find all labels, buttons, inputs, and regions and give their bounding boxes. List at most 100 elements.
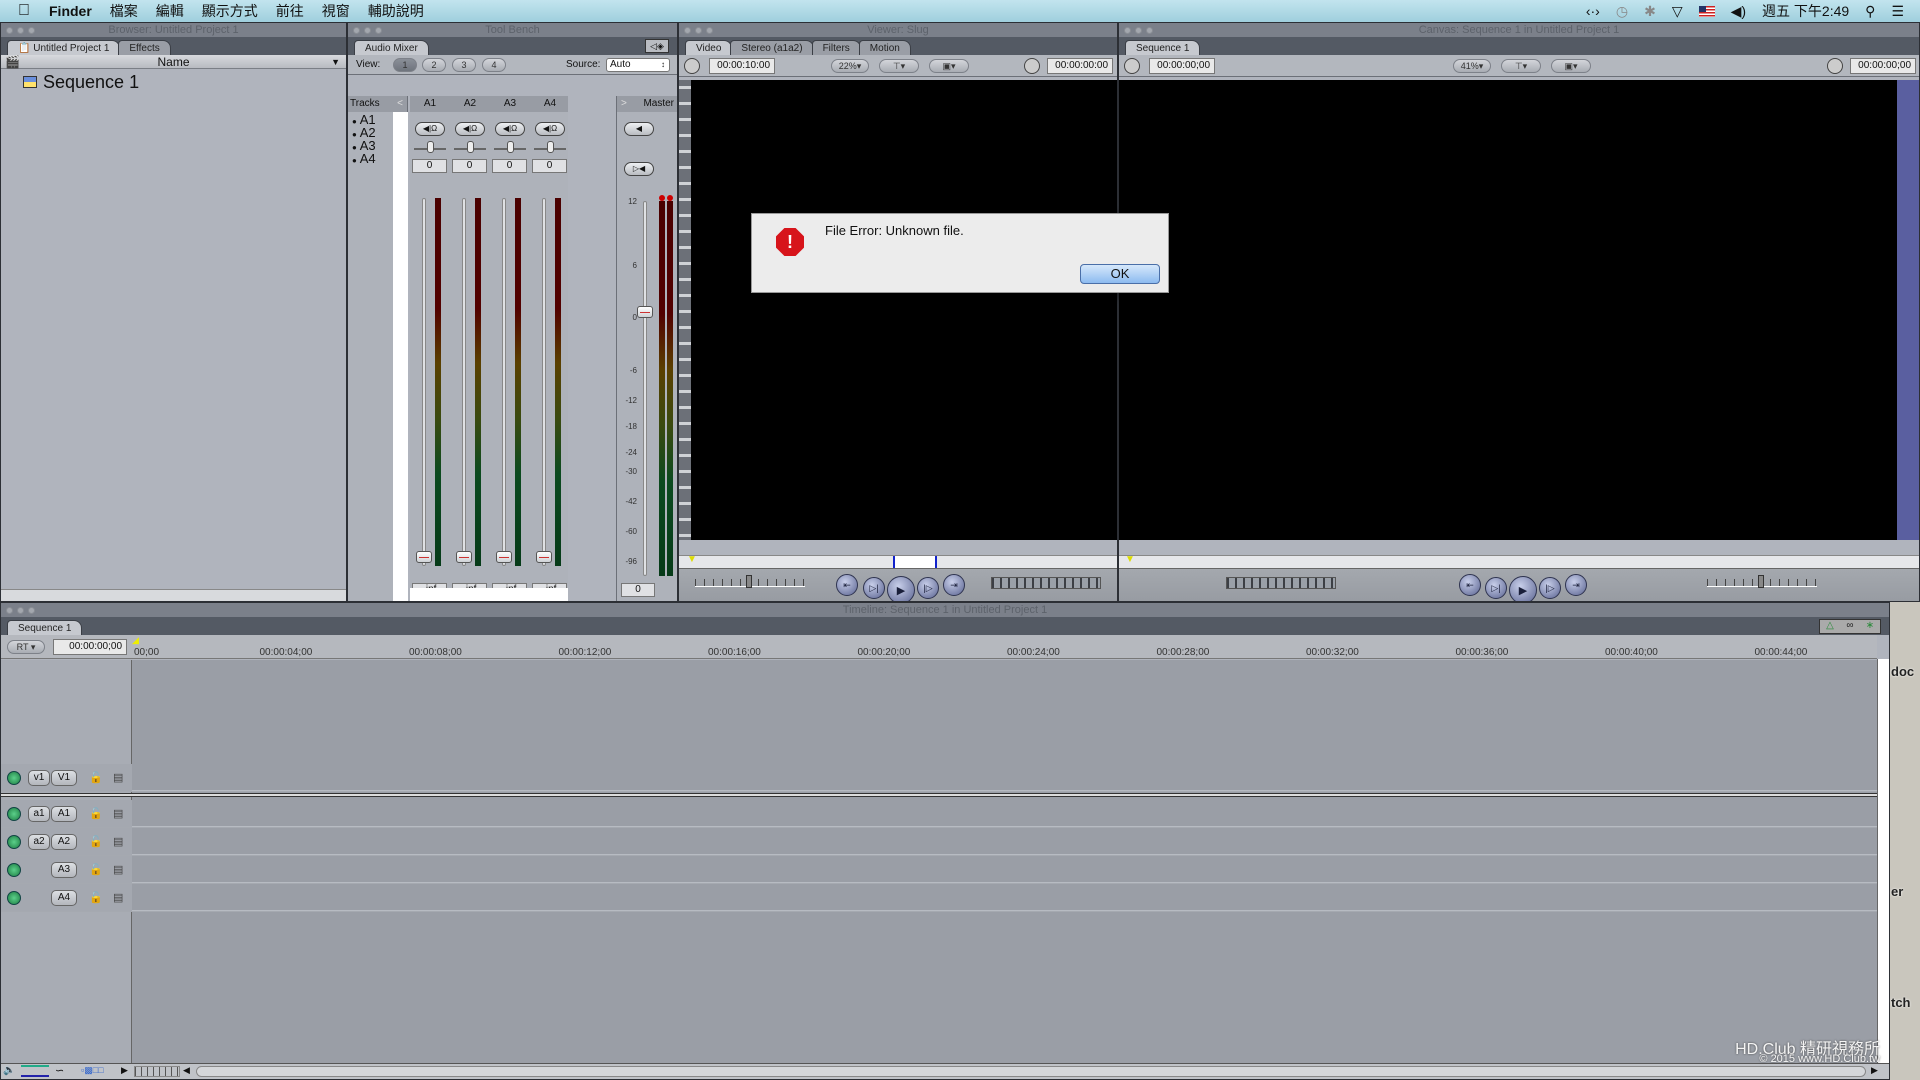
- canvas-vscroll[interactable]: [1897, 80, 1919, 540]
- volume-fader[interactable]: [456, 551, 472, 563]
- playhead-icon[interactable]: ▼: [687, 554, 697, 565]
- viewer-view-select[interactable]: ⊤▾: [879, 58, 919, 73]
- canvas-overlay-select[interactable]: ▣▾: [1551, 58, 1591, 73]
- viewer-zoom-select[interactable]: 22%▾: [831, 58, 869, 73]
- pan-handle[interactable]: [467, 141, 474, 153]
- viewer-video[interactable]: [691, 80, 1117, 540]
- lock-icon[interactable]: 🔓: [89, 835, 103, 848]
- auto-select-icon[interactable]: ▤: [113, 863, 123, 876]
- track-content[interactable]: [132, 764, 1877, 791]
- tab-motion[interactable]: Motion: [858, 40, 911, 55]
- menu-app-name[interactable]: Finder: [40, 3, 101, 19]
- play-around-button[interactable]: |▷: [1539, 577, 1561, 599]
- auto-select-icon[interactable]: ▤: [113, 835, 123, 848]
- scroll-left-icon[interactable]: ◀: [183, 1065, 190, 1076]
- mute-solo-button[interactable]: ◀|Ω: [535, 122, 565, 136]
- volume-fader[interactable]: [496, 551, 512, 563]
- bluetooth-icon[interactable]: ✱: [1644, 3, 1656, 20]
- lock-icon[interactable]: 🔓: [89, 807, 103, 820]
- shuttle-handle[interactable]: [1758, 575, 1764, 588]
- audio-toggle-icon[interactable]: 🔈: [3, 1065, 15, 1076]
- viewer-scrubber[interactable]: ▼: [679, 554, 1117, 569]
- us-flag-icon[interactable]: [1698, 5, 1715, 17]
- tab-timeline-sequence[interactable]: Sequence 1: [7, 620, 83, 635]
- tab-audio-mixer[interactable]: Audio Mixer: [354, 40, 429, 55]
- browser-item[interactable]: Sequence 1: [1, 69, 346, 95]
- view-2-button[interactable]: 2: [422, 57, 446, 72]
- network-arrows-icon[interactable]: ‹·›: [1586, 3, 1600, 19]
- canvas-zoom-select[interactable]: 41%▾: [1453, 58, 1491, 73]
- master-level-value[interactable]: 0: [621, 583, 655, 597]
- auto-select-icon[interactable]: ▤: [113, 891, 123, 904]
- browser-hscrollbar[interactable]: [1, 589, 346, 601]
- menu-view[interactable]: 顯示方式: [193, 1, 267, 21]
- tab-filters[interactable]: Filters: [811, 40, 861, 55]
- source-select[interactable]: Auto ↕: [606, 57, 670, 72]
- collapse-arrow-icon[interactable]: <: [397, 96, 403, 112]
- playhead-icon[interactable]: ▼: [1125, 554, 1135, 565]
- destination-patch[interactable]: A1: [51, 806, 77, 822]
- mixer-settings-button[interactable]: ◁◈: [645, 39, 669, 53]
- volume-fader[interactable]: [536, 551, 552, 563]
- track-content[interactable]: [132, 884, 1877, 911]
- pan-handle[interactable]: [507, 141, 514, 153]
- canvas-video[interactable]: [1119, 80, 1897, 540]
- track-size-icon[interactable]: ▫▩□□: [81, 1065, 104, 1076]
- auto-select-icon[interactable]: ▤: [113, 771, 123, 784]
- viewer-current-time[interactable]: 00:00:00:00: [1047, 57, 1113, 74]
- scroll-right-icon[interactable]: ▶: [1871, 1065, 1878, 1076]
- master-fader[interactable]: [637, 306, 653, 318]
- play-in-to-out-button[interactable]: ▷|: [863, 577, 885, 599]
- menu-file[interactable]: 檔案: [101, 1, 147, 21]
- wifi-icon[interactable]: ▽: [1672, 3, 1683, 20]
- pan-value[interactable]: 0: [492, 159, 527, 173]
- track-height-icon[interactable]: [21, 1065, 49, 1077]
- viewer-duration[interactable]: 00:00:10:00: [709, 57, 775, 74]
- snapping-icon[interactable]: △: [1820, 620, 1840, 633]
- pan-value[interactable]: 0: [532, 159, 567, 173]
- source-patch[interactable]: a2: [28, 834, 50, 850]
- auto-select-icon[interactable]: ▤: [113, 807, 123, 820]
- audio-enable-icon[interactable]: [7, 891, 21, 905]
- desktop-label[interactable]: doc: [1891, 664, 1914, 679]
- play-in-to-out-button[interactable]: ▷|: [1485, 577, 1507, 599]
- pan-value[interactable]: 0: [412, 159, 447, 173]
- play-around-button[interactable]: |▷: [917, 577, 939, 599]
- canvas-duration[interactable]: 00:00:00;00: [1149, 57, 1215, 74]
- canvas-current-time[interactable]: 00:00:00;00: [1850, 57, 1916, 74]
- mute-solo-button[interactable]: ◀|Ω: [415, 122, 445, 136]
- track-content[interactable]: [132, 800, 1877, 827]
- shuttle-handle[interactable]: [746, 575, 752, 588]
- go-to-previous-edit-button[interactable]: ⇤: [836, 574, 858, 596]
- mute-solo-button[interactable]: ◀|Ω: [455, 122, 485, 136]
- tab-canvas-sequence[interactable]: Sequence 1: [1125, 40, 1201, 55]
- zoom-expand-icon[interactable]: ▶: [121, 1065, 128, 1076]
- jog-control[interactable]: [1226, 577, 1336, 589]
- menu-edit[interactable]: 編輯: [147, 1, 193, 21]
- volume-icon[interactable]: ◀): [1731, 3, 1746, 20]
- expand-arrow-icon[interactable]: >: [621, 96, 627, 112]
- menu-go[interactable]: 前往: [267, 1, 313, 21]
- downmix-button[interactable]: ▷◀: [624, 162, 654, 176]
- track-content[interactable]: [132, 828, 1877, 855]
- destination-patch[interactable]: A2: [51, 834, 77, 850]
- view-3-button[interactable]: 3: [452, 57, 476, 72]
- playhead-icon[interactable]: ◢: [132, 635, 139, 646]
- lock-icon[interactable]: 🔓: [89, 863, 103, 876]
- audio-enable-icon[interactable]: [7, 863, 21, 877]
- play-button[interactable]: ▶: [1509, 576, 1537, 601]
- viewer-overlay-select[interactable]: ▣▾: [929, 58, 969, 73]
- mute-solo-button[interactable]: ◀|Ω: [495, 122, 525, 136]
- pan-handle[interactable]: [427, 141, 434, 153]
- pan-value[interactable]: 0: [452, 159, 487, 173]
- linking-icon[interactable]: ∞: [1840, 620, 1860, 633]
- apple-menu-icon[interactable]: : [0, 2, 40, 20]
- timeline-current-time[interactable]: 00:00:00;00: [53, 639, 127, 655]
- column-header-name[interactable]: 🎬 Name ▼: [1, 55, 346, 69]
- in-out-range[interactable]: [893, 556, 937, 568]
- go-to-next-edit-button[interactable]: ⇥: [943, 574, 965, 596]
- canvas-scrubber[interactable]: ▼: [1119, 554, 1919, 569]
- canvas-view-select[interactable]: ⊤▾: [1501, 58, 1541, 73]
- sort-arrow-icon[interactable]: ▼: [331, 55, 340, 69]
- lock-icon[interactable]: 🔓: [89, 891, 103, 904]
